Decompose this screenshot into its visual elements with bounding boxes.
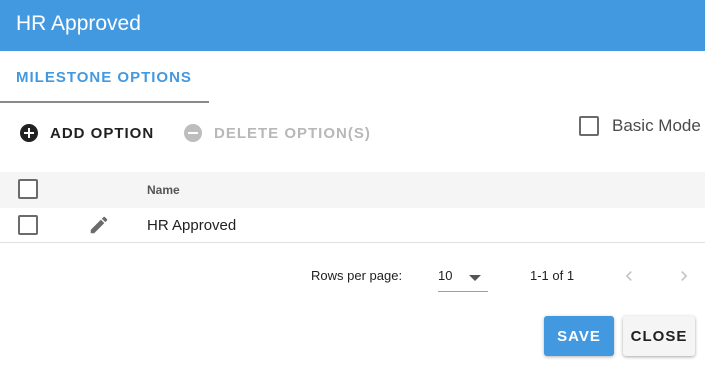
- add-circle-icon: [20, 124, 38, 142]
- row-name-cell: HR Approved: [147, 217, 237, 234]
- add-option-label: ADD OPTION: [50, 124, 155, 142]
- row-select-checkbox[interactable]: [18, 215, 38, 235]
- tab-bar: MILESTONE OPTIONS: [0, 51, 705, 103]
- rows-per-page-value: 10: [438, 268, 453, 283]
- pencil-icon[interactable]: [88, 214, 110, 236]
- basic-mode-checkbox[interactable]: [579, 116, 599, 136]
- rows-per-page-label: Rows per page:: [311, 268, 403, 283]
- table-header: Name: [0, 172, 705, 208]
- column-header-name: Name: [147, 183, 180, 197]
- chevron-right-icon[interactable]: [674, 266, 694, 286]
- tab-label: MILESTONE OPTIONS: [16, 69, 192, 86]
- rows-per-page-select[interactable]: 10: [438, 262, 488, 292]
- caret-down-icon: [469, 275, 481, 281]
- tab-milestone-options[interactable]: MILESTONE OPTIONS: [0, 51, 209, 103]
- remove-circle-icon: [184, 124, 202, 142]
- table-row: HR Approved: [0, 208, 705, 243]
- chevron-left-icon[interactable]: [619, 266, 639, 286]
- dialog-header: HR Approved: [0, 0, 705, 51]
- basic-mode-toggle[interactable]: Basic Mode: [579, 113, 701, 139]
- basic-mode-label: Basic Mode: [612, 116, 701, 135]
- table-pagination: Rows per page: 10 1-1 of 1: [0, 258, 705, 298]
- close-button[interactable]: CLOSE: [623, 316, 695, 356]
- page-range-text: 1-1 of 1: [530, 268, 575, 283]
- tab-active-indicator: [0, 101, 209, 103]
- dialog-title: HR Approved: [16, 12, 141, 35]
- delete-options-button[interactable]: DELETE OPTION(S): [184, 118, 371, 148]
- add-option-button[interactable]: ADD OPTION: [20, 118, 154, 148]
- select-all-checkbox[interactable]: [18, 179, 38, 199]
- save-button[interactable]: SAVE: [544, 316, 614, 356]
- delete-options-label: DELETE OPTION(S): [214, 124, 371, 142]
